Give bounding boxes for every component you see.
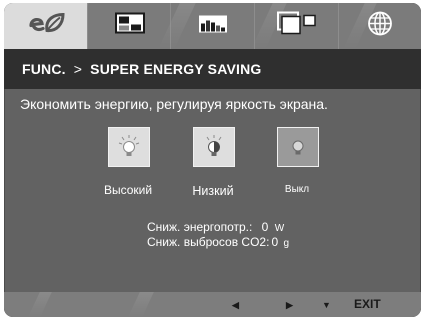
tab-bar: [4, 3, 421, 49]
section-label: FUNC.: [22, 61, 66, 77]
globe-icon: [367, 11, 393, 42]
osd-menu: FUNC. > SUPER ENERGY SAVING Экономить энер…: [4, 3, 421, 317]
power-reduction-unit: W: [274, 223, 285, 234]
option-low-label: Низкий: [192, 184, 234, 198]
color-bars-icon: [198, 13, 228, 40]
power-reduction-row: Сниж. энергопотр.: 0 W: [147, 220, 284, 234]
left-arrow-button[interactable]: ◀: [232, 300, 239, 311]
power-reduction-label: Сниж. энергопотр.:: [147, 220, 253, 234]
option-off-button[interactable]: [277, 127, 319, 167]
option-low-button[interactable]: [193, 127, 235, 167]
co2-reduction-value: 0: [271, 235, 279, 249]
option-high-button[interactable]: [108, 127, 150, 167]
down-arrow-button[interactable]: ▼: [322, 300, 331, 310]
page-title: SUPER ENERGY SAVING: [90, 61, 262, 77]
screen-layout-icon: [276, 11, 317, 41]
bulb-high-icon: [118, 135, 140, 156]
co2-reduction-label: Сниж. выбросов CO2:: [147, 235, 270, 249]
menu-title-bar: FUNC. > SUPER ENERGY SAVING: [4, 49, 421, 89]
breadcrumb: FUNC. > SUPER ENERGY SAVING: [22, 49, 262, 89]
power-reduction-value: 0: [261, 220, 269, 234]
tab-layout[interactable]: [255, 3, 338, 49]
tab-language[interactable]: [339, 3, 421, 49]
picture-icon: [114, 12, 145, 40]
tab-color[interactable]: [171, 3, 254, 49]
co2-reduction-unit: g: [283, 238, 290, 249]
bottom-nav-bar: ◀ ▶ ▼ EXIT: [4, 292, 421, 317]
description-text: Экономить энергию, регулируя яркость экр…: [20, 96, 328, 112]
eco-leaf-icon: [25, 11, 67, 42]
right-arrow-button[interactable]: ▶: [286, 300, 293, 311]
option-high-label: Высокий: [103, 183, 153, 197]
option-off-label: Выкл: [284, 184, 310, 195]
breadcrumb-separator: >: [73, 61, 83, 77]
tab-energy[interactable]: [4, 3, 87, 49]
bulb-off-icon: [292, 140, 304, 155]
bulb-low-icon: [206, 135, 222, 156]
tab-picture[interactable]: [88, 3, 171, 49]
co2-reduction-row: Сниж. выбросов CO2: 0 g: [147, 235, 289, 249]
exit-button[interactable]: EXIT: [354, 297, 381, 311]
